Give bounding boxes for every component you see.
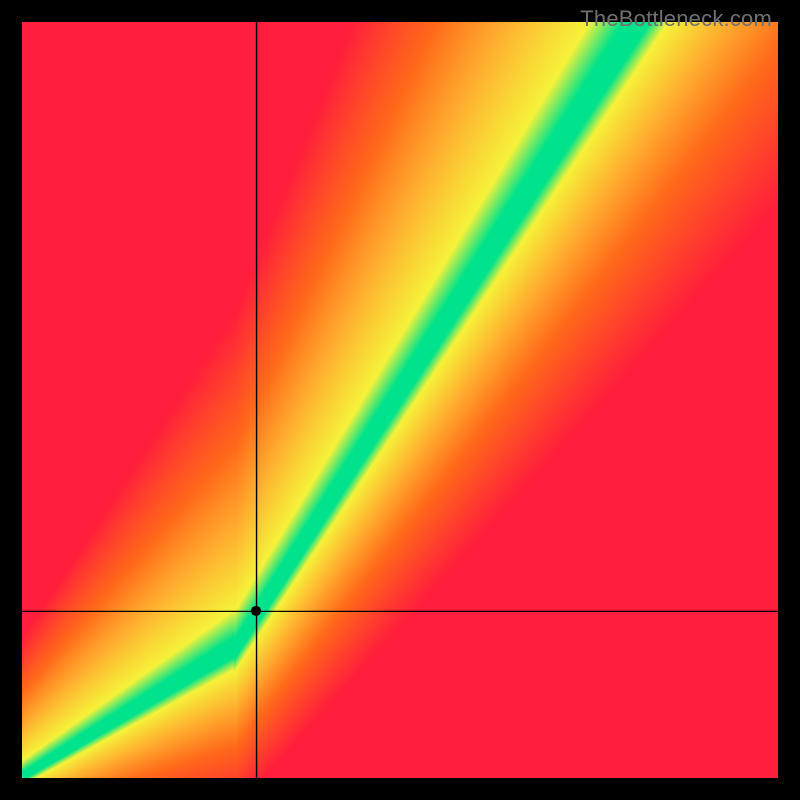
watermark-text: TheBottleneck.com bbox=[580, 6, 772, 32]
chart-container: TheBottleneck.com bbox=[0, 0, 800, 800]
heatmap-canvas bbox=[22, 22, 778, 778]
